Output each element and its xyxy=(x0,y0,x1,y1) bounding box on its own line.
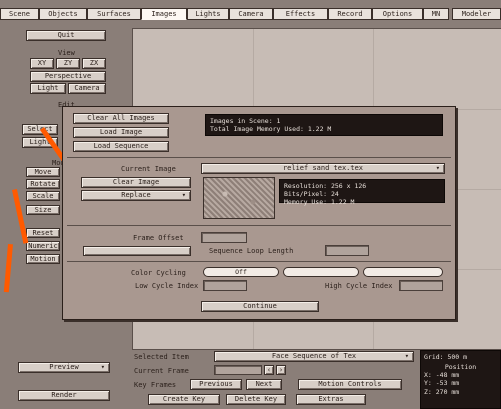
motion-controls-button[interactable]: Motion Controls xyxy=(298,379,402,390)
selected-item-select[interactable]: Face Sequence of Tex ▾ xyxy=(214,351,414,362)
replace-select[interactable]: Replace ▾ xyxy=(81,190,191,201)
continue-button[interactable]: Continue xyxy=(201,301,319,312)
camera-view-button[interactable]: Camera xyxy=(68,83,106,94)
position-x: X: -48 mm xyxy=(424,371,460,380)
load-image-button[interactable]: Load Image xyxy=(73,127,169,138)
tab-images[interactable]: Images xyxy=(141,8,187,20)
low-cycle-index-label: Low Cycle Index xyxy=(135,282,199,290)
rotate-button[interactable]: Rotate xyxy=(26,179,60,189)
perspective-button[interactable]: Perspective xyxy=(30,71,106,82)
reset-button[interactable]: Reset xyxy=(26,228,60,238)
frame-decrement-button[interactable]: ‹ xyxy=(264,365,274,375)
numeric-button[interactable]: Numeric xyxy=(26,241,60,251)
tab-scene[interactable]: Scene xyxy=(0,8,39,20)
chevron-down-icon: ▾ xyxy=(100,363,105,371)
grid-size-text: Grid: 500 m xyxy=(424,353,468,361)
tab-mn[interactable]: MN xyxy=(423,8,449,20)
render-button[interactable]: Render xyxy=(18,390,110,401)
color-cycling-label: Color Cycling xyxy=(131,269,186,277)
position-readout: Grid: 500 m Position X: -48 mm Y: -53 mm… xyxy=(420,350,501,409)
view-xy-button[interactable]: XY xyxy=(30,58,54,69)
color-cycling-option-2[interactable] xyxy=(283,267,359,277)
divider xyxy=(67,225,451,226)
tab-options[interactable]: Options xyxy=(372,8,423,20)
tab-record[interactable]: Record xyxy=(328,8,372,20)
chevron-right-icon: › xyxy=(278,365,284,374)
color-cycling-off[interactable]: Off xyxy=(203,267,279,277)
current-image-label: Current Image xyxy=(121,165,176,173)
low-cycle-index-field[interactable] xyxy=(203,280,247,291)
resolution-text: Resolution: 256 x 126 xyxy=(284,182,367,190)
current-frame-label: Current Frame xyxy=(134,367,189,375)
clear-all-images-button[interactable]: Clear All Images xyxy=(73,113,169,124)
divider xyxy=(67,157,451,158)
clear-image-button[interactable]: Clear Image xyxy=(81,177,191,188)
frame-increment-button[interactable]: › xyxy=(276,365,286,375)
position-z: Z: 270 mm xyxy=(424,387,460,396)
high-cycle-index-label: High Cycle Index xyxy=(325,282,393,290)
tab-lights[interactable]: Lights xyxy=(187,8,229,20)
sequence-loop-length-field[interactable] xyxy=(325,245,369,256)
view-zx-button[interactable]: ZX xyxy=(82,58,106,69)
preview-label: Preview xyxy=(49,363,79,371)
divider xyxy=(67,261,451,262)
replace-label: Replace xyxy=(121,191,151,199)
create-key-button[interactable]: Create Key xyxy=(148,394,220,405)
total-memory-text: Total Image Memory Used: 1.22 M xyxy=(210,125,332,134)
view-zy-button[interactable]: ZY xyxy=(56,58,80,69)
position-title: Position xyxy=(444,363,477,372)
color-cycling-option-3[interactable] xyxy=(363,267,443,277)
selected-item-value: Face Sequence of Tex xyxy=(271,352,357,360)
tab-objects[interactable]: Objects xyxy=(39,8,87,20)
tab-camera[interactable]: Camera xyxy=(229,8,273,20)
preview-select[interactable]: Preview ▾ xyxy=(18,362,110,373)
motion-button[interactable]: Motion xyxy=(26,254,60,264)
frame-offset-field[interactable] xyxy=(201,232,247,243)
current-image-select[interactable]: relief sand tex.tex ▾ xyxy=(201,163,445,174)
sequence-loop-length-label: Sequence Loop Length xyxy=(209,247,294,255)
chevron-left-icon: ‹ xyxy=(266,365,272,374)
image-stats: Resolution: 256 x 126 Bits/Pixel: 24 Mem… xyxy=(279,179,445,207)
selected-item-label: Selected Item xyxy=(134,353,189,361)
view-label: View xyxy=(58,49,75,57)
image-memory-info: Images in Scene: 1 Total Image Memory Us… xyxy=(205,114,443,136)
tab-surfaces[interactable]: Surfaces xyxy=(87,8,141,20)
move-button[interactable]: Move xyxy=(26,167,60,177)
tab-effects[interactable]: Effects xyxy=(273,8,328,20)
next-key-button[interactable]: Next xyxy=(246,379,282,390)
previous-key-button[interactable]: Previous xyxy=(190,379,242,390)
extras-button[interactable]: Extras xyxy=(296,394,366,405)
current-frame-field[interactable] xyxy=(214,365,262,375)
quit-button[interactable]: Quit xyxy=(26,30,106,41)
size-button[interactable]: Size xyxy=(26,205,60,215)
tab-modeler[interactable]: Modeler xyxy=(452,8,501,20)
chevron-down-icon: ▾ xyxy=(435,164,440,172)
key-frames-label: Key Frames xyxy=(134,381,177,389)
images-dialog: Clear All Images Load Image Load Sequenc… xyxy=(62,106,456,320)
images-in-scene-text: Images in Scene: 1 xyxy=(210,117,281,125)
annotation-stroke xyxy=(3,244,13,293)
delete-key-button[interactable]: Delete Key xyxy=(226,394,286,405)
tab-bar: Scene Objects Surfaces Images Lights Cam… xyxy=(0,8,501,20)
chevron-down-icon: ▾ xyxy=(404,352,409,360)
bits-per-pixel-text: Bits/Pixel: 24 xyxy=(284,190,339,199)
chevron-down-icon: ▾ xyxy=(181,191,186,199)
current-image-value: relief sand tex.tex xyxy=(282,164,364,172)
position-y: Y: -53 mm xyxy=(424,379,460,388)
high-cycle-index-field[interactable] xyxy=(399,280,443,291)
sequence-loop-toggle[interactable] xyxy=(83,246,191,256)
load-sequence-button[interactable]: Load Sequence xyxy=(73,141,169,152)
scale-button[interactable]: Scale xyxy=(26,191,60,201)
memory-use-text: Memory Use: 1.22 M xyxy=(284,198,355,207)
image-thumbnail xyxy=(203,177,275,219)
light-view-button[interactable]: Light xyxy=(30,83,66,94)
frame-offset-label: Frame Offset xyxy=(133,234,184,242)
